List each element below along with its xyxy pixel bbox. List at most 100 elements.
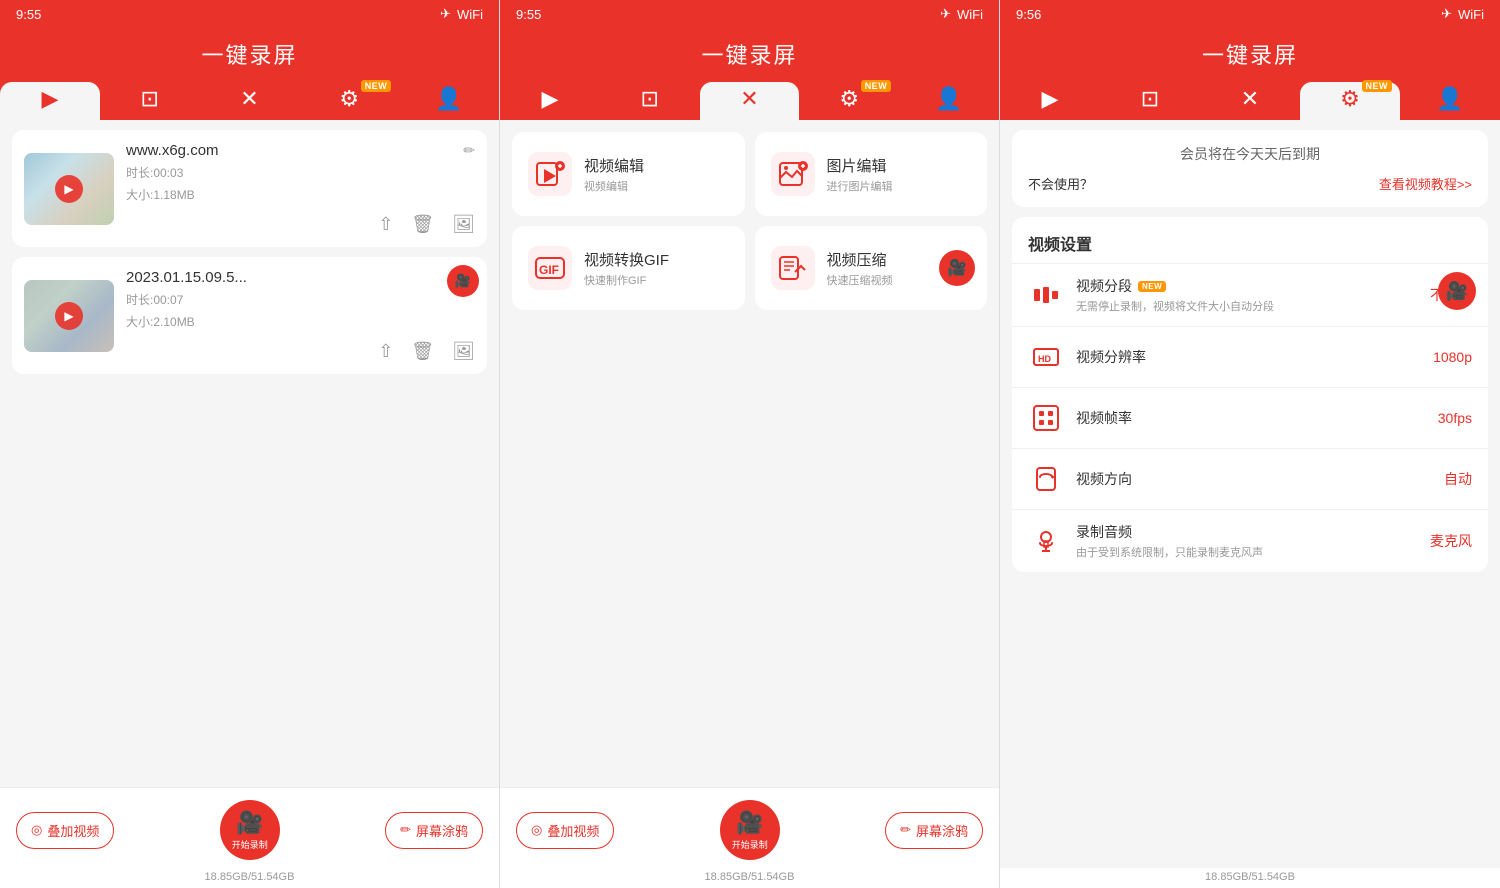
settings-row-framerate[interactable]: 视频帧率 30fps xyxy=(1012,387,1488,448)
tab-tools-1[interactable]: ✕ xyxy=(200,82,300,120)
settings-row-audio[interactable]: 录制音频 由于受到系统限制，只能录制麦克风声 麦克风 xyxy=(1012,509,1488,572)
resolution-value: 1080p xyxy=(1433,349,1472,365)
recording-info-1: www.x6g.com ✏ 时长:00:03 大小:1.18MB ⇧ 🗑 🖼 xyxy=(126,142,475,235)
status-time-3: 9:56 xyxy=(1016,7,1041,22)
settings-header: 会员将在今天天后到期 不会使用？ 查看视频教程>> xyxy=(1012,130,1488,207)
settings-row-orientation[interactable]: 视频方向 自动 xyxy=(1012,448,1488,509)
record-icon-1: 🎥 xyxy=(236,810,263,836)
audio-title: 录制音频 xyxy=(1076,522,1418,542)
record-btn-2[interactable]: 🎥 开始录制 xyxy=(720,800,780,860)
recording-meta-2: 时长:00:07 大小:2.10MB xyxy=(126,290,475,333)
paint-icon-1: ✏ xyxy=(400,822,411,838)
new-badge-segment: NEW xyxy=(1138,281,1166,292)
video-tab-icon: ▶ xyxy=(41,88,58,110)
paint-icon-2: ✏ xyxy=(900,822,911,838)
tool-compress[interactable]: 视频压缩 快速压缩视频 🎥 xyxy=(755,226,988,310)
bottom-bar-2: ◎ 叠加视频 🎥 开始录制 ✏ 屏幕涂鸦 xyxy=(500,787,999,868)
tab-videos-2[interactable]: ▶ xyxy=(500,82,600,120)
bottom-bar-1: ◎ 叠加视频 🎥 开始录制 ✏ 屏幕涂鸦 xyxy=(0,787,499,868)
status-icons-3: ✈ WiFi xyxy=(1441,6,1484,22)
compress-record-btn[interactable]: 🎥 xyxy=(939,250,975,286)
tab-clip-2[interactable]: ⊡ xyxy=(600,82,700,120)
status-time-1: 9:55 xyxy=(16,7,41,22)
tab-user-1[interactable]: 👤 xyxy=(399,82,499,120)
overlay-btn-1[interactable]: ◎ 叠加视频 xyxy=(16,812,114,849)
nav-tabs-1: ▶ ⊡ ✕ NEW ⚙ 👤 xyxy=(0,78,499,120)
airplane-icon-3: ✈ xyxy=(1441,6,1452,22)
framerate-icon xyxy=(1028,400,1064,436)
tab-user-3[interactable]: 👤 xyxy=(1400,82,1500,120)
new-badge-settings-2: NEW xyxy=(861,80,892,92)
member-info: 会员将在今天天后到期 xyxy=(1028,144,1472,164)
panel-settings: 9:56 ✈ WiFi 一键录屏 ▶ ⊡ ✕ NEW ⚙ 👤 会员将在今天天后到… xyxy=(1000,0,1500,888)
panel-tools: 9:55 ✈ WiFi 一键录屏 ▶ ⊡ ✕ NEW ⚙ 👤 xyxy=(500,0,1000,888)
overlay-btn-2[interactable]: ◎ 叠加视频 xyxy=(516,812,614,849)
help-row: 不会使用？ 查看视频教程>> xyxy=(1028,174,1472,193)
storage-info-2: 18.85GB/51.54GB xyxy=(500,868,999,888)
tab-clip-3[interactable]: ⊡ xyxy=(1100,82,1200,120)
orientation-title: 视频方向 xyxy=(1076,469,1432,489)
tools-tab-icon-2: ✕ xyxy=(740,88,758,110)
storage-info-3: 18.85GB/51.54GB xyxy=(1000,868,1500,888)
user-tab-icon-2: 👤 xyxy=(935,88,962,110)
tab-settings-3[interactable]: NEW ⚙ xyxy=(1300,82,1400,120)
new-badge-settings-1: NEW xyxy=(361,80,392,92)
tool-gif[interactable]: GIF 视频转换GIF 快速制作GIF xyxy=(512,226,745,310)
tab-videos-3[interactable]: ▶ xyxy=(1000,82,1100,120)
tab-settings-2[interactable]: NEW ⚙ xyxy=(799,82,899,120)
tool-video-edit[interactable]: 视频编辑 视频编辑 xyxy=(512,132,745,216)
recording-card-1: ▶ www.x6g.com ✏ 时长:00:03 大小:1.18MB ⇧ 🗑 🖼 xyxy=(12,130,487,247)
tab-videos-1[interactable]: ▶ xyxy=(0,82,100,120)
clip-tab-icon: ⊡ xyxy=(140,88,158,110)
status-bar-3: 9:56 ✈ WiFi xyxy=(1000,0,1500,28)
photo-icon-2[interactable]: 🖼 xyxy=(452,341,475,362)
tool-image-edit[interactable]: 图片编辑 进行图片编辑 xyxy=(755,132,988,216)
recording-title-1: www.x6g.com ✏ xyxy=(126,142,475,159)
edit-icon-1[interactable]: ✏ xyxy=(463,142,475,159)
tools-tab-icon-3: ✕ xyxy=(1241,88,1259,110)
tab-user-2[interactable]: 👤 xyxy=(899,82,999,120)
recording-thumb-2[interactable]: ▶ xyxy=(24,280,114,352)
thumb-play-1[interactable]: ▶ xyxy=(55,175,83,203)
help-link[interactable]: 查看视频教程>> xyxy=(1379,174,1472,193)
tab-tools-3[interactable]: ✕ xyxy=(1200,82,1300,120)
share-icon-2[interactable]: ⇧ xyxy=(378,341,393,362)
video-edit-icon xyxy=(528,152,572,196)
new-badge-settings-3: NEW xyxy=(1362,80,1393,92)
audio-desc: 由于受到系统限制，只能录制麦克风声 xyxy=(1076,544,1418,560)
paint-btn-1[interactable]: ✏ 屏幕涂鸦 xyxy=(385,812,483,849)
recording-thumb-1[interactable]: ▶ xyxy=(24,153,114,225)
thumb-play-2[interactable]: ▶ xyxy=(55,302,83,330)
nav-tabs-2: ▶ ⊡ ✕ NEW ⚙ 👤 xyxy=(500,78,999,120)
settings-tab-icon: ⚙ xyxy=(339,88,359,110)
photo-icon-1[interactable]: 🖼 xyxy=(452,214,475,235)
share-icon-1[interactable]: ⇧ xyxy=(378,214,393,235)
delete-icon-2[interactable]: 🗑 xyxy=(411,341,434,362)
settings-row-resolution[interactable]: HD 视频分辨率 1080p xyxy=(1012,326,1488,387)
framerate-content: 视频帧率 xyxy=(1076,408,1426,428)
svg-text:GIF: GIF xyxy=(539,263,559,277)
status-bar-2: 9:55 ✈ WiFi xyxy=(500,0,999,28)
settings-section-video: 视频设置 视频分段 NEW 无需停止录制，视频将文件大小自动分段 xyxy=(1012,217,1488,572)
record-icon-2: 🎥 xyxy=(736,810,763,836)
delete-icon-1[interactable]: 🗑 xyxy=(411,214,434,235)
svg-text:HD: HD xyxy=(1038,354,1051,364)
tab-tools-2[interactable]: ✕ xyxy=(700,82,800,120)
record-overlay-btn-2[interactable]: 🎥 xyxy=(447,265,479,297)
content-area-1: ▶ www.x6g.com ✏ 时长:00:03 大小:1.18MB ⇧ 🗑 🖼 xyxy=(0,120,499,787)
app-title-3: 一键录屏 xyxy=(1000,28,1500,78)
section-title: 视频设置 xyxy=(1012,217,1488,263)
tab-settings-1[interactable]: NEW ⚙ xyxy=(299,82,399,120)
segment-desc: 无需停止录制，视频将文件大小自动分段 xyxy=(1076,298,1418,314)
settings-tab-icon-3: ⚙ xyxy=(1340,88,1360,110)
tab-clip-1[interactable]: ⊡ xyxy=(100,82,200,120)
settings-row-segment[interactable]: 视频分段 NEW 无需停止录制，视频将文件大小自动分段 不分段 🎥 xyxy=(1012,263,1488,326)
float-record-btn-settings[interactable]: 🎥 xyxy=(1438,272,1476,310)
recording-actions-1: ⇧ 🗑 🖼 xyxy=(126,214,475,235)
record-btn-1[interactable]: 🎥 开始录制 xyxy=(220,800,280,860)
paint-btn-2[interactable]: ✏ 屏幕涂鸦 xyxy=(885,812,983,849)
audio-icon xyxy=(1028,523,1064,559)
segment-title: 视频分段 NEW xyxy=(1076,276,1418,296)
clip-tab-icon-2: ⊡ xyxy=(640,88,658,110)
segment-content: 视频分段 NEW 无需停止录制，视频将文件大小自动分段 xyxy=(1076,276,1418,314)
